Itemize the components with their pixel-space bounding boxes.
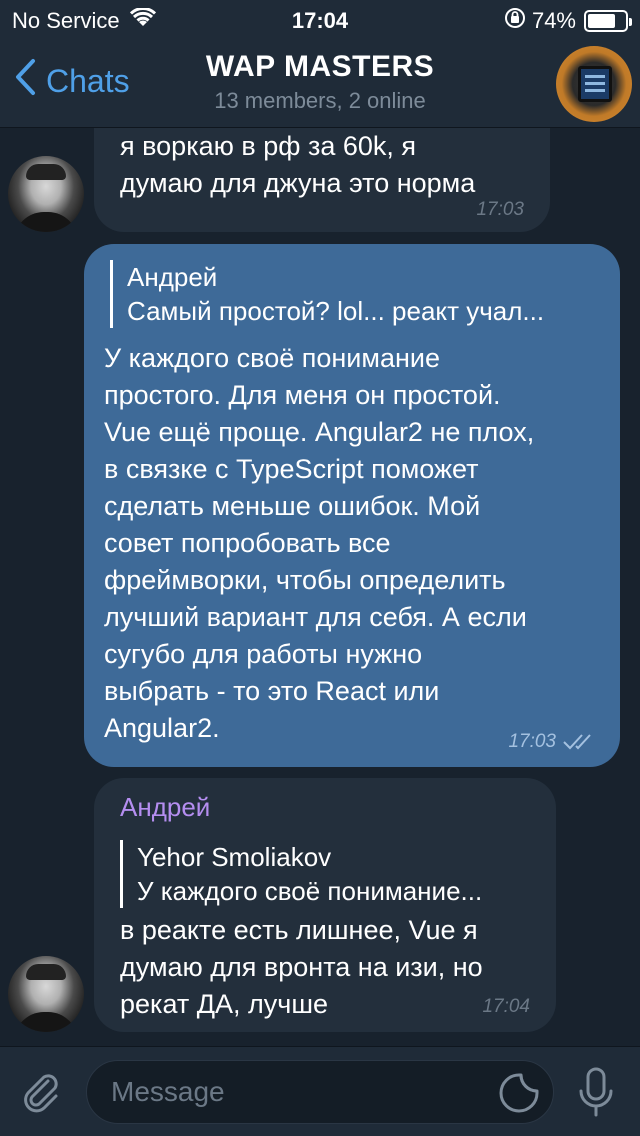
message-text: я воркаю в рф за 60k, я думаю для джуна … [120,131,476,198]
attachment-icon[interactable] [18,1069,64,1115]
sticker-icon[interactable] [498,1072,540,1114]
chat-header: Chats WAP MASTERS 13 members, 2 online [0,40,640,128]
reply-text: Самый простой? lol... реакт учал... [127,296,545,326]
microphone-icon[interactable] [576,1067,616,1119]
avatar[interactable] [8,956,84,1032]
reply-preview[interactable]: Андрей Самый простой? lol... реакт учал.… [110,260,580,328]
message-text: в реакте есть лишнее, Vue я думаю для вр… [120,915,483,1019]
battery-icon [584,10,632,32]
message-list[interactable]: я воркаю в рф за 60k, я думаю для джуна … [0,128,640,1046]
message-bubble[interactable]: я воркаю в рф за 60k, я думаю для джуна … [94,128,550,232]
double-check-icon [562,733,600,756]
battery-percent: 74% [531,8,576,33]
group-avatar[interactable] [556,46,632,122]
message-bubble[interactable]: Андрей Самый простой? lol... реакт учал.… [84,244,620,767]
chat-title: WAP MASTERS [205,50,435,83]
reply-text: У каждого своё понимание... [137,876,483,906]
message-time: 17:03 [508,731,556,752]
avatar[interactable] [8,156,84,232]
status-bar: No Service 17:04 74% [0,0,640,40]
composer-bar [0,1046,640,1136]
message-time: 17:04 [482,996,530,1017]
message-bubble[interactable]: Андрей Yehor Smoliakov У каждого своё по… [94,778,556,1032]
orientation-lock-icon [504,7,526,35]
reply-preview[interactable]: Yehor Smoliakov У каждого своё понимание… [120,840,540,908]
chat-title-area[interactable]: WAP MASTERS 13 members, 2 online [0,50,640,114]
status-right: 74% [504,7,632,35]
chat-subtitle: 13 members, 2 online [214,88,426,113]
message-input[interactable] [86,1060,554,1124]
message-text: У каждого своё понимание простого. Для м… [104,343,535,743]
sender-name[interactable]: Андрей [120,790,210,824]
reply-author: Андрей [127,262,218,292]
reply-author: Yehor Smoliakov [137,842,332,872]
battery-fill [588,14,615,28]
message-time: 17:03 [476,199,524,220]
